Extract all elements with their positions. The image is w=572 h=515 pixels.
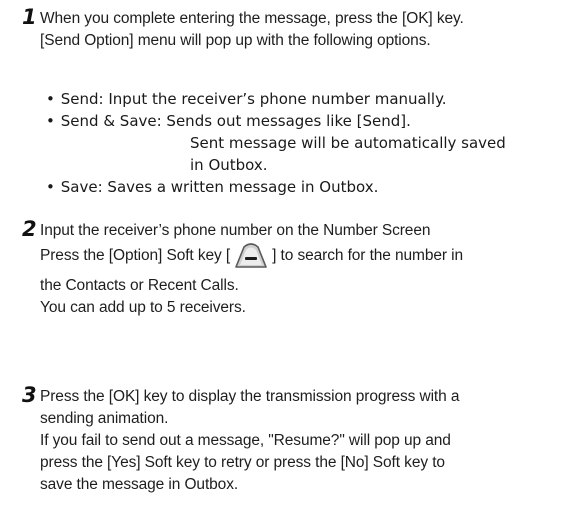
option-send-save: • Send & Save: Sends out messages like [… [46, 110, 546, 132]
step-text: Input the receiver’s phone number on the… [40, 220, 560, 319]
step-line-part: Press the [Option] Soft key [ [40, 247, 231, 264]
option-text: Send: Input the receiver’s phone number … [60, 90, 447, 108]
option-send-save-continued: Sent message will be automatically saved [190, 134, 506, 152]
step-line: You can add up to 5 receivers. [40, 299, 246, 316]
step-line-part: ] to search for the number in [272, 247, 464, 264]
step-line: Input the receiver’s phone number on the… [40, 222, 431, 239]
option-send-save-continued: in Outbox. [190, 156, 268, 174]
step-text: When you complete entering the message, … [40, 8, 560, 52]
step-line: press the [Yes] Soft key to retry or pre… [40, 454, 445, 471]
step-line: Press the [Option] Soft key [ ] to searc… [40, 242, 560, 275]
step-number: 2 [22, 217, 37, 241]
step-line: If you fail to send out a message, "Resu… [40, 432, 451, 449]
step-line: the Contacts or Recent Calls. [40, 277, 239, 294]
bullet: • [46, 112, 55, 130]
option-send: • Send: Input the receiver’s phone numbe… [46, 88, 546, 110]
option-save: • Save: Saves a written message in Outbo… [46, 176, 546, 198]
step-text: Press the [OK] key to display the transm… [40, 386, 560, 496]
send-option-list: • Send: Input the receiver’s phone numbe… [46, 88, 546, 198]
option-text: Send & Save: Sends out messages like [Se… [60, 112, 411, 130]
step-line: Press the [OK] key to display the transm… [40, 388, 460, 405]
step-line: When you complete entering the message, … [40, 10, 464, 27]
left-softkey-icon [234, 242, 268, 275]
step-line: sending animation. [40, 410, 169, 427]
option-text: Save: Saves a written message in Outbox. [60, 178, 379, 196]
bullet: • [46, 178, 55, 196]
step-line: save the message in Outbox. [40, 476, 239, 493]
bullet: • [46, 90, 55, 108]
step-number: 3 [22, 383, 37, 407]
step-number: 1 [22, 5, 37, 29]
step-line: [Send Option] menu will pop up with the … [40, 32, 431, 49]
